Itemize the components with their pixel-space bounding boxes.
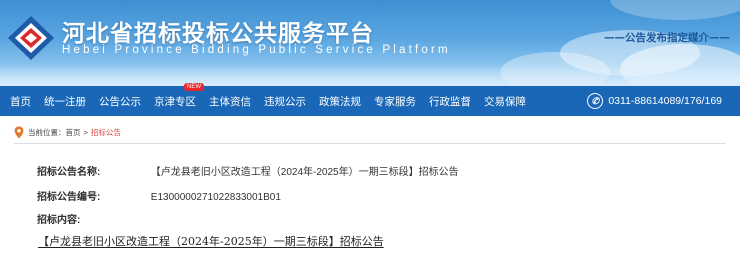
breadcrumb-home[interactable]: 首页 bbox=[66, 127, 81, 138]
announcement-name-value: 【卢龙县老旧小区改造工程（2024年-2025年）一期三标段】招标公告 bbox=[150, 167, 459, 178]
nav-item-experts[interactable]: 专家服务 bbox=[374, 94, 416, 109]
hotline-number: 0311-88614089/176/169 bbox=[608, 95, 722, 107]
banner-cloud bbox=[610, 0, 740, 20]
announcement-code-label: 招标公告编号: bbox=[37, 192, 101, 203]
banner-ridge bbox=[0, 64, 740, 86]
slogan: ——公告发布指定媒介—— bbox=[604, 32, 730, 44]
nav-item-label: 京津专区 bbox=[154, 95, 196, 108]
breadcrumb: 当前位置： 首页 > 招标公告 bbox=[14, 126, 121, 139]
nav-item-policy[interactable]: 政策法规 bbox=[319, 94, 361, 109]
breadcrumb-separator: > bbox=[83, 128, 88, 137]
hotline: ✆ 0311-88614089/176/169 bbox=[587, 86, 722, 116]
page: 河北省招标投标公共服务平台 Hebei Province Bidding Pub… bbox=[0, 0, 740, 256]
announcement-code-row: 招标公告编号: E1300000271022833001B01 bbox=[37, 188, 281, 203]
announcement-code-value: E1300000271022833001B01 bbox=[150, 192, 281, 203]
content-label: 招标内容: bbox=[37, 215, 81, 226]
breadcrumb-prefix: 当前位置： bbox=[28, 128, 66, 137]
content-row: 招标内容: bbox=[37, 211, 148, 226]
nav-item-home[interactable]: 首页 bbox=[10, 94, 31, 109]
phone-icon: ✆ bbox=[587, 93, 604, 109]
divider bbox=[14, 143, 726, 144]
nav-item-jingjin[interactable]: 京津专区 NEW bbox=[154, 82, 204, 109]
nav-item-violations[interactable]: 违规公示 bbox=[264, 94, 306, 109]
site-subtitle: Hebei Province Bidding Public Service Pl… bbox=[62, 44, 451, 56]
nav-item-announcements[interactable]: 公告公示 bbox=[99, 94, 141, 109]
announcement-name-row: 招标公告名称: 【卢龙县老旧小区改造工程（2024年-2025年）一期三标段】招… bbox=[37, 163, 459, 178]
content-title: 【卢龙县老旧小区改造工程（2024年-2025年）一期三标段】招标公告 bbox=[38, 235, 384, 248]
nav-item-guarantee[interactable]: 交易保障 bbox=[484, 94, 526, 109]
main-nav: 首页 统一注册 公告公示 京津专区 NEW 主体资信 违规公示 政策法规 专家服… bbox=[0, 82, 740, 116]
nav-item-supervision[interactable]: 行政监督 bbox=[429, 94, 471, 109]
announcement-name-label: 招标公告名称: bbox=[37, 167, 101, 178]
new-badge: NEW bbox=[184, 82, 204, 91]
nav-item-credit[interactable]: 主体资信 bbox=[209, 94, 251, 109]
header-banner: 河北省招标投标公共服务平台 Hebei Province Bidding Pub… bbox=[0, 0, 740, 86]
breadcrumb-current[interactable]: 招标公告 bbox=[91, 127, 121, 138]
nav-item-register[interactable]: 统一注册 bbox=[44, 94, 86, 109]
diamond-logo-icon[interactable] bbox=[6, 14, 56, 62]
location-pin-icon bbox=[14, 126, 24, 139]
site-title: 河北省招标投标公共服务平台 bbox=[62, 21, 374, 47]
